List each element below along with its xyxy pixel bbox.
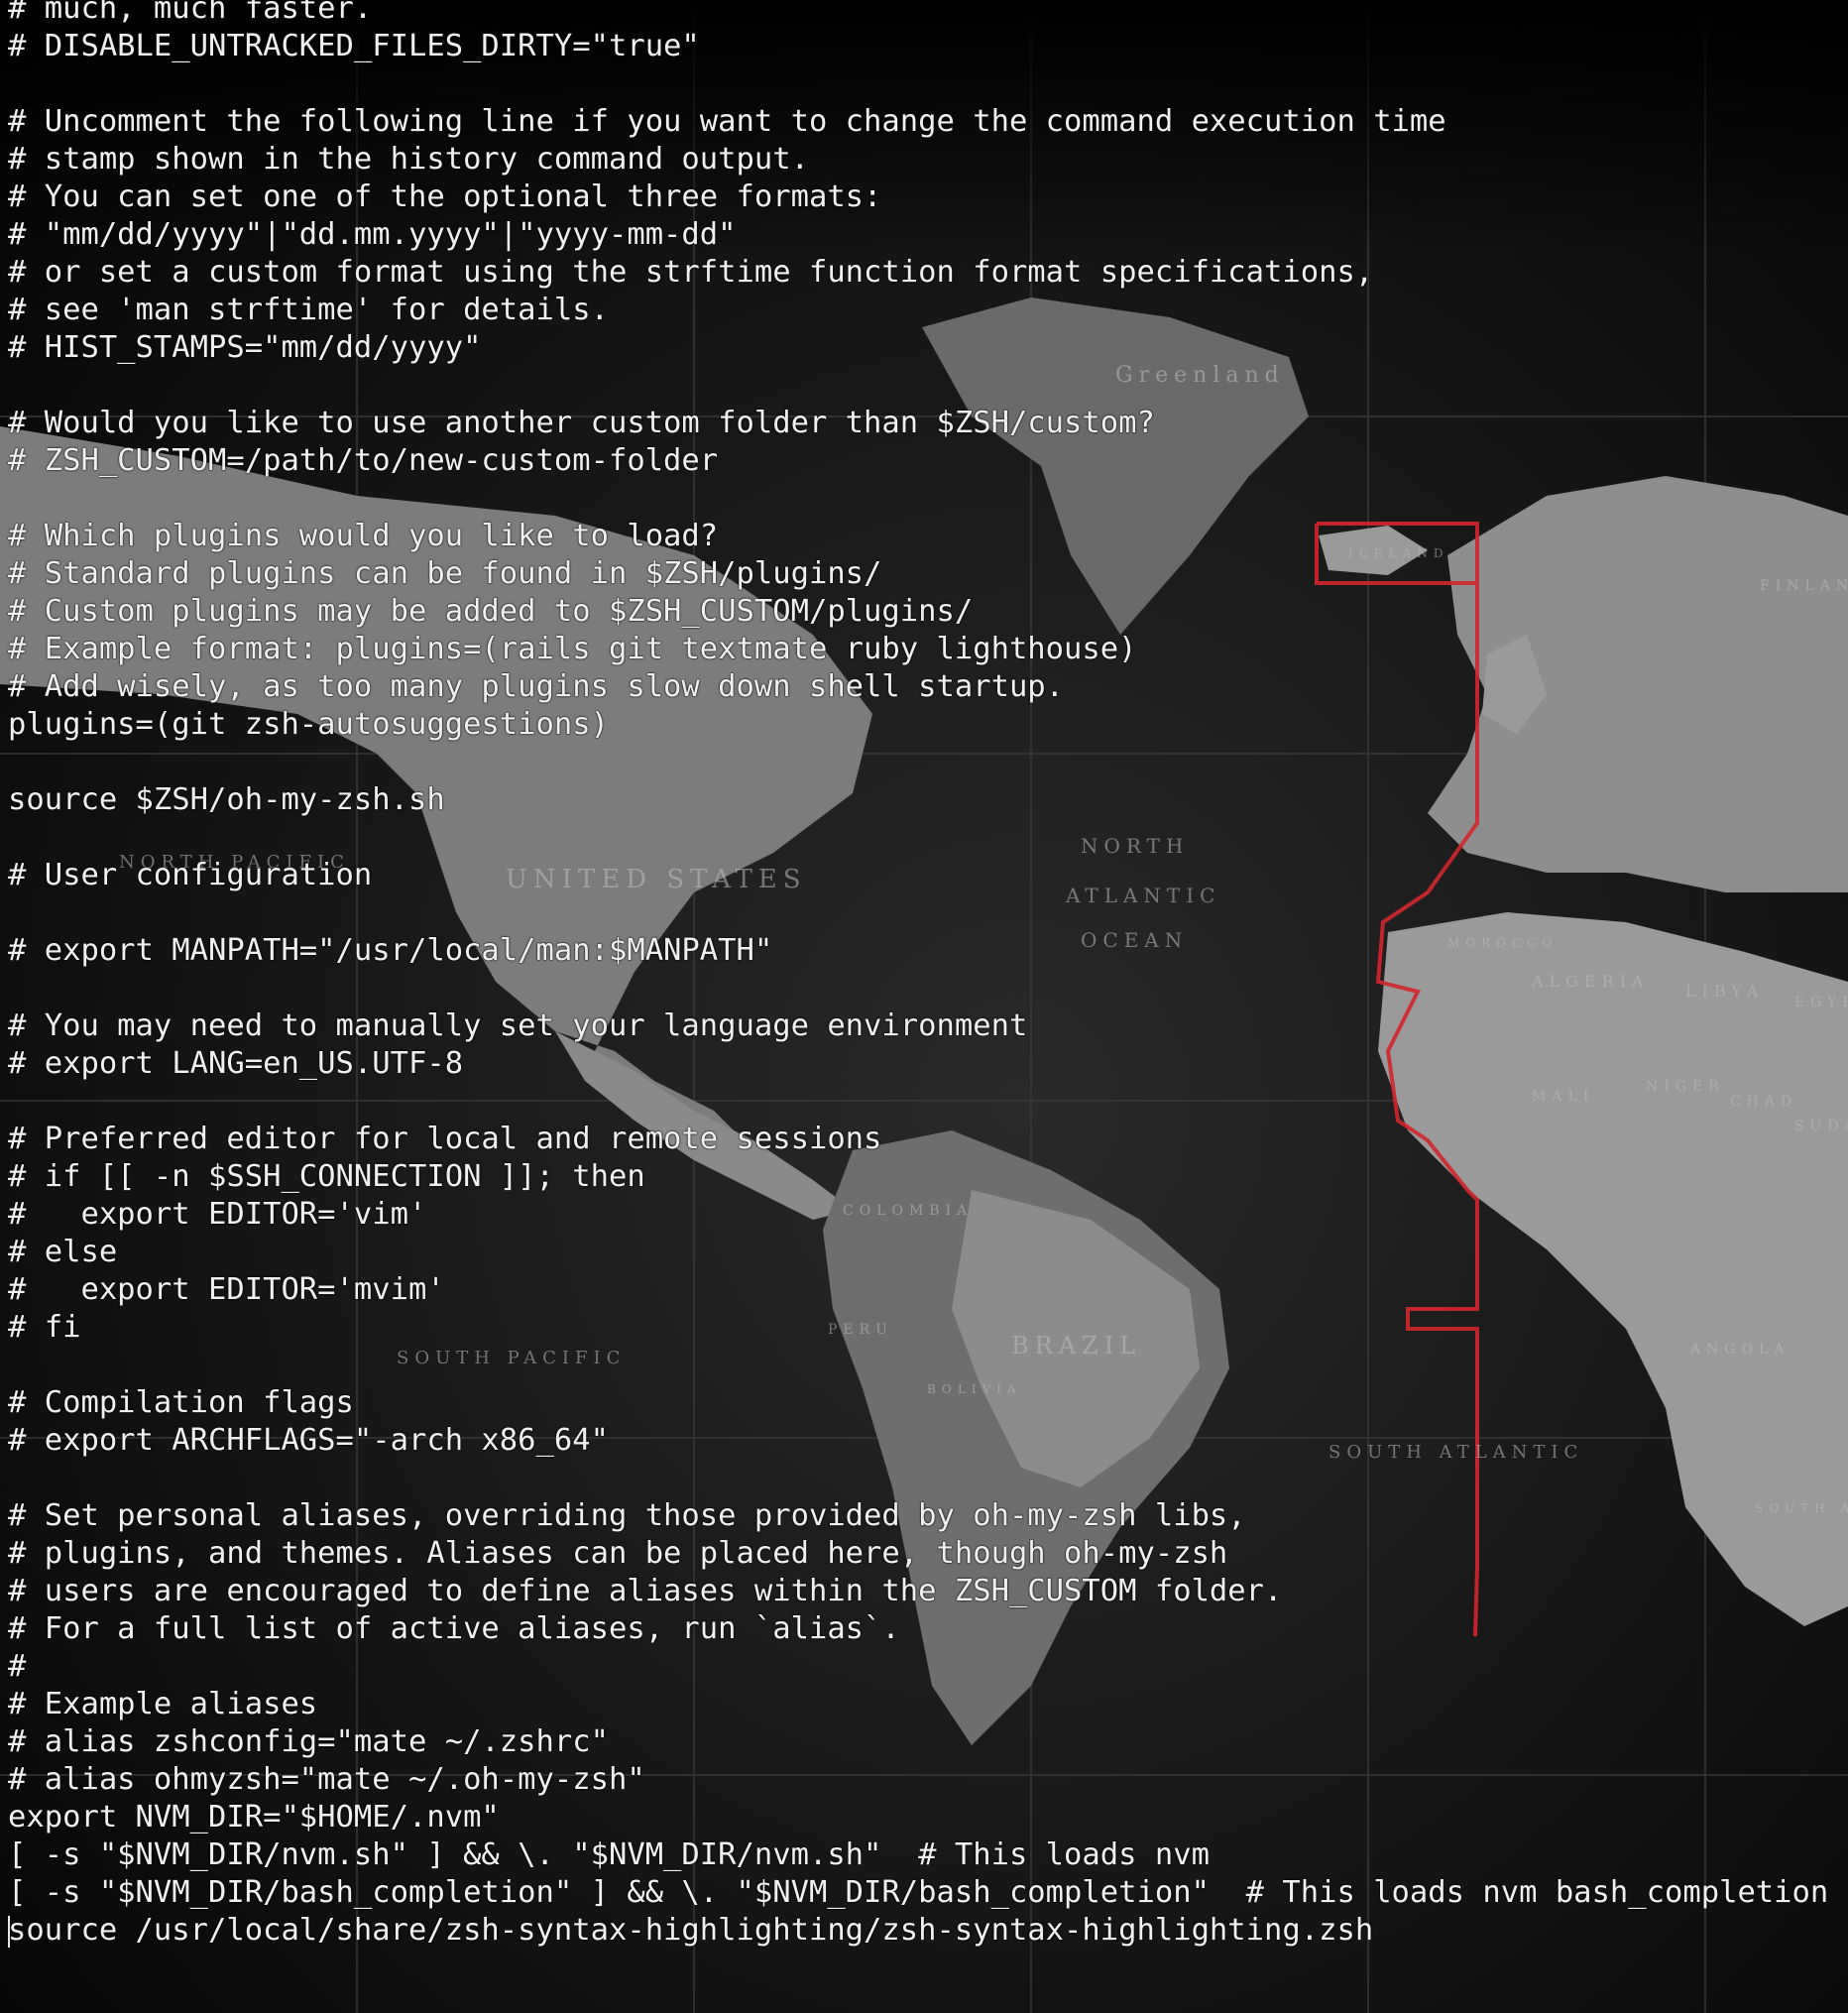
terminal-line: [ -s "$NVM_DIR/nvm.sh" ] && \. "$NVM_DIR… — [8, 1837, 1210, 1872]
terminal-line: # else — [8, 1235, 118, 1269]
terminal-line: # For a full list of active aliases, run… — [8, 1611, 900, 1646]
terminal-line: # users are encouraged to define aliases… — [8, 1574, 1283, 1608]
terminal-line: # "mm/dd/yyyy"|"dd.mm.yyyy"|"yyyy-mm-dd" — [8, 217, 737, 252]
terminal-line: # User configuration — [8, 858, 373, 892]
terminal-line: # ZSH_CUSTOM=/path/to/new-custom-folder — [8, 443, 719, 478]
terminal-window[interactable]: Greenland ICELAND FINLAND NORTH PACIFIC … — [0, 0, 1848, 2013]
terminal-line: # export ARCHFLAGS="-arch x86_64" — [8, 1423, 609, 1458]
terminal-line: # or set a custom format using the strft… — [8, 255, 1374, 290]
terminal-line: # Standard plugins can be found in $ZSH/… — [8, 556, 882, 591]
terminal-line: # Example aliases — [8, 1687, 318, 1721]
terminal-line: # DISABLE_UNTRACKED_FILES_DIRTY="true" — [8, 29, 700, 63]
terminal-line: # Which plugins would you like to load? — [8, 519, 719, 553]
terminal-line: # You can set one of the optional three … — [8, 179, 882, 214]
terminal-line: # if [[ -n $SSH_CONNECTION ]]; then — [8, 1159, 645, 1194]
terminal-line: # plugins, and themes. Aliases can be pl… — [8, 1536, 1228, 1571]
terminal-line: # see 'man strftime' for details. — [8, 293, 609, 327]
terminal-line: # Compilation flags — [8, 1385, 354, 1420]
terminal-text-buffer[interactable]: # much, much faster. # DISABLE_UNTRACKED_… — [8, 0, 1828, 1950]
terminal-line: # alias ohmyzsh="mate ~/.oh-my-zsh" — [8, 1762, 645, 1797]
terminal-line: plugins=(git zsh-autosuggestions) — [8, 707, 609, 742]
terminal-line: # export EDITOR='mvim' — [8, 1272, 445, 1307]
terminal-line: # Set personal aliases, overriding those… — [8, 1498, 1246, 1533]
text-cursor — [8, 1916, 10, 1948]
terminal-line: # Custom plugins may be added to $ZSH_CU… — [8, 594, 974, 629]
terminal-current-line: source /usr/local/share/zsh-syntax-highl… — [8, 1913, 1374, 1948]
terminal-line: # Would you like to use another custom f… — [8, 406, 1155, 440]
terminal-line: # HIST_STAMPS="mm/dd/yyyy" — [8, 330, 482, 365]
terminal-line: source $ZSH/oh-my-zsh.sh — [8, 782, 445, 817]
terminal-line: # export MANPATH="/usr/local/man:$MANPAT… — [8, 933, 773, 968]
terminal-line: # Uncomment the following line if you wa… — [8, 104, 1446, 139]
terminal-line: [ -s "$NVM_DIR/bash_completion" ] && \. … — [8, 1875, 1829, 1910]
terminal-line: # export LANG=en_US.UTF-8 — [8, 1046, 464, 1081]
terminal-line: # alias zshconfig="mate ~/.zshrc" — [8, 1724, 609, 1759]
terminal-line: # Preferred editor for local and remote … — [8, 1122, 882, 1156]
terminal-line: # Example format: plugins=(rails git tex… — [8, 632, 1137, 666]
terminal-line: # You may need to manually set your lang… — [8, 1008, 1028, 1043]
terminal-line: # stamp shown in the history command out… — [8, 142, 809, 177]
terminal-line: # — [8, 1649, 27, 1684]
terminal-line: # Add wisely, as too many plugins slow d… — [8, 669, 1065, 704]
terminal-line: # much, much faster. — [8, 0, 373, 26]
terminal-line: export NVM_DIR="$HOME/.nvm" — [8, 1800, 500, 1835]
terminal-line: # fi — [8, 1310, 81, 1345]
terminal-line: # export EDITOR='vim' — [8, 1197, 427, 1232]
